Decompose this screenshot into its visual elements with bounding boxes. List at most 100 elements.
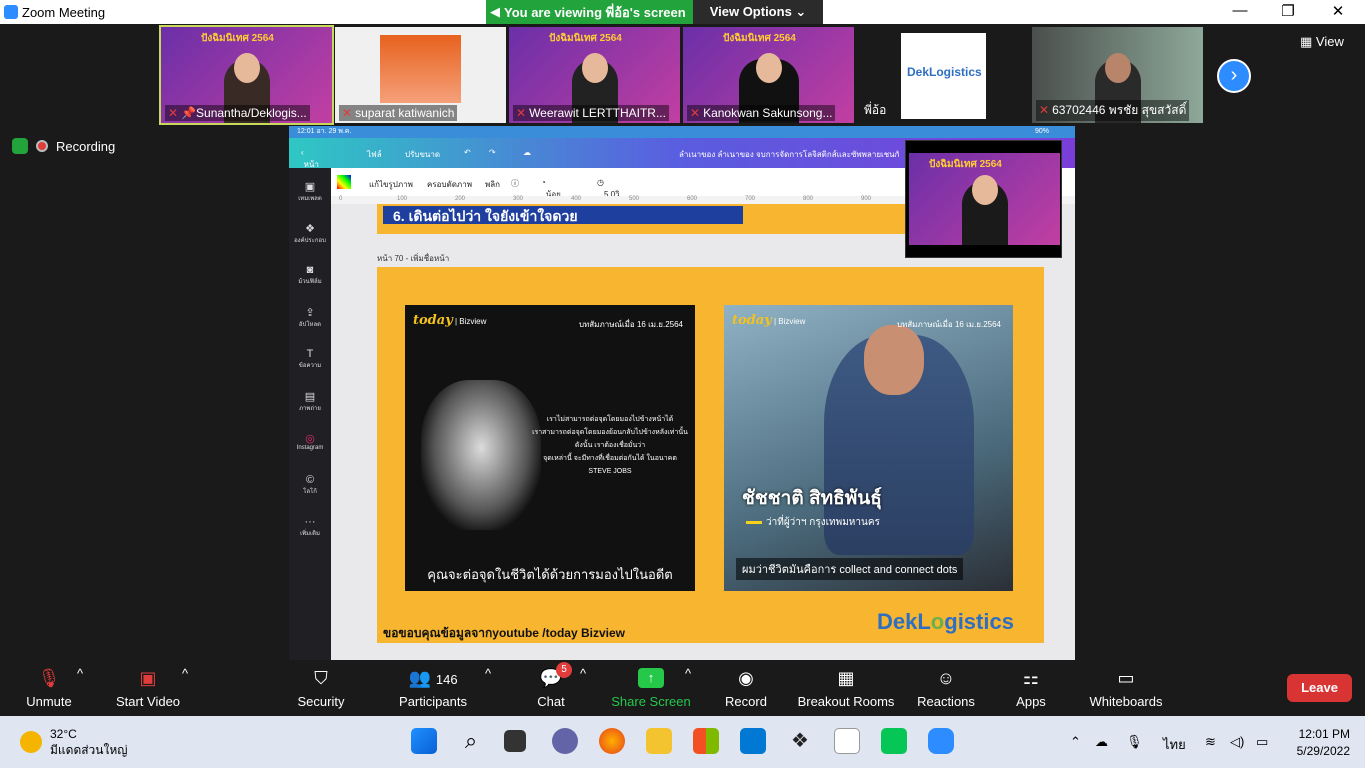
duration-button[interactable]: ◷ 5.0วิ [597,178,620,199]
apps-button[interactable]: ⚏ Apps [1012,666,1050,709]
crop-button[interactable]: ครอบตัดภาพ [427,178,472,191]
windows-taskbar: 32°C มีแดดส่วนใหญ่ ⌕ ❖ ⌃ ☁ 🎙 ไทย ≋ ◁) ▭ 1… [0,716,1365,768]
weather-widget[interactable]: 32°C มีแดดส่วนใหญ่ [20,726,128,758]
sidebar-item-elements[interactable]: ❖ องค์ประกอบ [289,222,331,245]
color-swatch-icon[interactable] [337,175,351,189]
onedrive-icon[interactable]: ☁ [1095,734,1108,750]
security-button[interactable]: ⛉ Security [291,666,351,709]
line-icon[interactable] [881,728,907,754]
participant-tile[interactable]: ✕ 63702446 พรชัย สุขสวัสดิ์ [1032,27,1203,123]
unmute-button[interactable]: 🎙 Unmute [18,666,80,709]
sidebar-item-photos[interactable]: ▤ ภาพถ่าย [289,390,331,413]
windows-start-icon[interactable] [411,728,437,754]
start-video-button[interactable]: ▣ Start Video [108,666,188,709]
file-explorer-icon[interactable] [646,728,672,754]
file-menu[interactable]: ไฟล์ [367,148,382,161]
mail-icon[interactable] [740,728,766,754]
volume-icon[interactable]: ◁) [1230,734,1244,750]
speaker-pip-view[interactable]: ปังฉิมนิเทศ 2564 [905,140,1062,258]
sidebar-label: ภาพถ่าย [299,406,321,412]
close-button[interactable]: ✕ [1323,2,1353,20]
maximize-button[interactable]: ❐ [1273,2,1303,20]
next-page-arrow-icon[interactable]: › [1217,59,1251,93]
info-icon[interactable]: ⓘ [511,178,519,189]
participant-tile[interactable]: ปังฉิมนิเทศ 2564 ✕ Kanokwan Sakunsong... [683,27,854,123]
sidebar-label: อัปโหลด [298,322,322,328]
battery-icon[interactable]: ▭ [1256,734,1268,750]
microphone-icon[interactable]: 🎙 [1126,734,1143,750]
chevron-up-icon: ^ [580,666,587,681]
quote-text: เราไม่สามารถต่อจุดโดยมองไปข้างหน้าได้ เร… [525,413,695,478]
amazon-icon[interactable] [834,728,860,754]
share-options-caret[interactable]: ^ [685,666,691,681]
view-button[interactable]: ▦ View [1300,34,1344,50]
design-canvas[interactable]: 6. เดินต่อไปว่า ใจยังเข้าใจดวย หน้า 70 -… [331,204,1075,660]
sidebar-item-camera[interactable]: ◙ ม้วนฟิล์ม [289,264,331,286]
upload-icon: ⇪ [305,307,315,319]
quote-line: ดังนั้น เราต้องเชื่อมั่นว่า [574,442,646,449]
leave-button[interactable]: Leave [1287,674,1352,702]
control-label: Apps [1016,694,1046,709]
flip-button[interactable]: พลิก [485,178,500,191]
zoom-app-icon[interactable] [928,728,954,754]
current-slide[interactable]: today | Bizview บทสัมภาษณ์เมื่อ 16 เม.ย.… [377,267,1044,643]
sidebar-label: Instagram [296,445,324,451]
ruler-tick: 400 [571,196,582,202]
search-icon[interactable]: ⌕ [458,728,484,754]
participant-tile[interactable]: ปังฉิมนิเทศ 2564 ✕ 📌Sunantha/Deklogis... [159,25,334,125]
store-icon[interactable] [693,728,719,754]
system-clock[interactable]: 12:01 PM 5/29/2022 [1290,726,1350,760]
minimize-button[interactable]: — [1225,2,1255,19]
teams-chat-icon[interactable] [552,728,578,754]
chat-options-caret[interactable]: ^ [580,666,586,681]
undo-icon[interactable]: ↶ [464,148,471,157]
participant-name-tag: ✕ suparat katiwanich [339,105,458,121]
sidebar-label: องค์ประกอบ [294,238,326,244]
share-screen-button[interactable]: ↑ Share Screen [610,666,692,709]
chevron-up-icon[interactable]: ⌃ [1070,734,1081,750]
resize-menu[interactable]: ปรับขนาด [405,148,440,161]
input-language[interactable]: ไทย [1163,734,1186,755]
interview-date: บทสัมภาษณ์เมื่อ 16 เม.ย.2564 [578,320,683,329]
quote-author: STEVE JOBS [588,468,632,475]
edit-image-button[interactable]: แก้ไขรูปภาพ [369,178,413,191]
sidebar-item-instagram[interactable]: ◎ Instagram [289,432,331,451]
participant-tile[interactable]: ✕ suparat katiwanich [335,27,506,123]
redo-icon[interactable]: ↷ [489,148,496,157]
sidebar-item-templates[interactable]: ▣ เทมเพลต [289,180,331,203]
participants-button[interactable]: 👥 146 Participants [393,666,473,709]
breakout-rooms-button[interactable]: ▦ Breakout Rooms [794,666,898,709]
chevron-up-icon: ^ [182,666,189,681]
shield-icon [12,138,28,154]
cloud-icon[interactable]: ☁ [523,148,531,157]
participants-icon: 👥 146 [408,668,458,688]
whiteboards-button[interactable]: ▭ Whiteboards [1084,666,1168,709]
quote-line: เราสามารถต่อจุดโดยมองย้อนกลับไปข้างหลังเ… [532,429,688,436]
video-options-caret[interactable]: ^ [182,666,188,681]
chadchart-card[interactable]: today | Bizview บทสัมภาษณ์เมื่อ 16 เม.ย.… [724,305,1013,591]
wifi-icon[interactable]: ≋ [1205,734,1216,750]
animate-button[interactable]: ◔ น้อยมาก [541,178,561,212]
sidebar-item-more[interactable]: ··· เพิ่มเติม [289,516,331,538]
dropbox-icon[interactable]: ❖ [787,728,813,754]
audio-options-caret[interactable]: ^ [77,666,83,681]
sidebar-item-text[interactable]: T ข้อความ [289,348,331,370]
jobs-quote-card[interactable]: today | Bizview บทสัมภาษณ์เมื่อ 16 เม.ย.… [405,305,695,591]
sidebar-item-logo[interactable]: © โลโก้ [289,474,331,496]
view-options-button[interactable]: View Options ⌄ [693,0,823,24]
reactions-button[interactable]: ☺ Reactions [914,666,978,709]
participants-options-caret[interactable]: ^ [485,666,491,681]
record-button[interactable]: ◉ Record [722,666,770,709]
participant-name-tag: ✕ 📌Sunantha/Deklogis... [165,105,310,121]
back-home-link[interactable]: ‹ หน้าหลัก [301,148,319,182]
firefox-icon[interactable] [599,728,625,754]
muted-mic-icon: ✕ [342,106,353,120]
quote-line: จุดเหล่านี้ จะมีทางที่เชื่อมต่อกันได้ ใน… [543,455,677,462]
participant-tile[interactable]: DekLogistics พี่อ้อ [857,27,1028,123]
participant-tile[interactable]: ปังฉิมนิเทศ 2564 ✕ Weerawit LERTTHAITR... [509,27,680,123]
video-off-icon: ▣ [139,668,157,688]
chevron-up-icon: ^ [685,666,692,681]
page-label[interactable]: หน้า 70 - เพิ่มชื่อหน้า [377,252,449,265]
task-view-icon[interactable] [504,730,526,752]
sidebar-item-uploads[interactable]: ⇪ อัปโหลด [289,306,331,329]
